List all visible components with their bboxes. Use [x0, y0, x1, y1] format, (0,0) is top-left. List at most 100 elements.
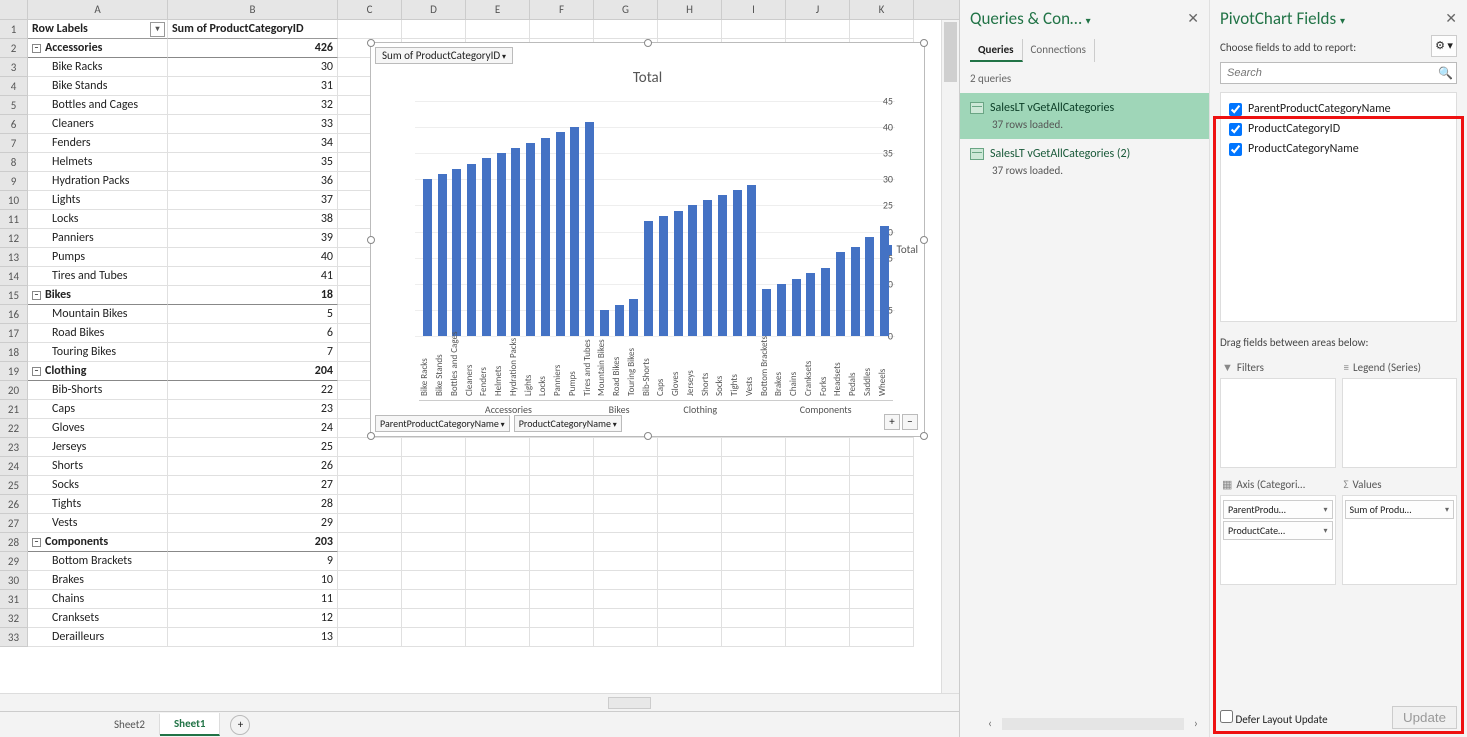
- cell[interactable]: [786, 495, 850, 514]
- cell[interactable]: [402, 514, 466, 533]
- cell[interactable]: 22: [168, 381, 338, 400]
- row-header[interactable]: 6: [0, 115, 28, 134]
- cell[interactable]: Cranksets: [28, 609, 168, 628]
- cell[interactable]: [594, 457, 658, 476]
- cell[interactable]: [786, 552, 850, 571]
- row-header[interactable]: 18: [0, 343, 28, 362]
- cell[interactable]: [850, 628, 914, 647]
- chart-bar[interactable]: [511, 148, 520, 336]
- query-item[interactable]: SalesLT vGetAllCategories37 rows loaded.: [960, 93, 1209, 139]
- scroll-left-icon[interactable]: ‹: [988, 717, 992, 731]
- cell[interactable]: 11: [168, 590, 338, 609]
- cell[interactable]: [658, 571, 722, 590]
- fields-pane-close-button[interactable]: ✕: [1445, 10, 1457, 27]
- cell[interactable]: [850, 609, 914, 628]
- col-header-j[interactable]: J: [786, 0, 850, 19]
- row-header[interactable]: 9: [0, 172, 28, 191]
- chart-expand-button[interactable]: +: [884, 414, 900, 430]
- chart-bar[interactable]: [541, 138, 550, 336]
- chart-bar[interactable]: [526, 143, 535, 336]
- cell[interactable]: 7: [168, 343, 338, 362]
- col-header-k[interactable]: K: [850, 0, 914, 19]
- cell[interactable]: [850, 495, 914, 514]
- cell[interactable]: [530, 533, 594, 552]
- chart-axis-button-parent[interactable]: ParentProductCategoryName: [375, 415, 510, 432]
- collapse-icon[interactable]: −: [32, 44, 41, 53]
- defer-layout-checkbox[interactable]: Defer Layout Update: [1220, 710, 1328, 726]
- cell[interactable]: [786, 609, 850, 628]
- legend-drop-area[interactable]: [1342, 378, 1458, 468]
- row-header[interactable]: 17: [0, 324, 28, 343]
- chart-bar[interactable]: [659, 216, 668, 336]
- cell[interactable]: [530, 20, 594, 39]
- row-header[interactable]: 14: [0, 267, 28, 286]
- cell[interactable]: [466, 514, 530, 533]
- cell[interactable]: Jerseys: [28, 438, 168, 457]
- cell[interactable]: [658, 628, 722, 647]
- collapse-icon[interactable]: −: [32, 367, 41, 376]
- cell[interactable]: 28: [168, 495, 338, 514]
- cell[interactable]: [594, 20, 658, 39]
- row-header[interactable]: 10: [0, 191, 28, 210]
- cell[interactable]: [658, 609, 722, 628]
- row-header[interactable]: 12: [0, 229, 28, 248]
- chart-bar[interactable]: [556, 132, 565, 336]
- cell[interactable]: 25: [168, 438, 338, 457]
- row-header[interactable]: 29: [0, 552, 28, 571]
- add-sheet-button[interactable]: +: [230, 715, 250, 735]
- update-button[interactable]: Update: [1392, 706, 1457, 729]
- cell[interactable]: Road Bikes: [28, 324, 168, 343]
- cell[interactable]: Derailleurs: [28, 628, 168, 647]
- row-header[interactable]: 32: [0, 609, 28, 628]
- col-header-f[interactable]: F: [530, 0, 594, 19]
- row-header[interactable]: 23: [0, 438, 28, 457]
- cell[interactable]: [722, 476, 786, 495]
- chart-bar[interactable]: [821, 268, 830, 336]
- connections-tab[interactable]: Connections: [1023, 39, 1095, 62]
- row-header[interactable]: 8: [0, 153, 28, 172]
- cell[interactable]: Chains: [28, 590, 168, 609]
- cell[interactable]: [786, 571, 850, 590]
- chart-bar[interactable]: [865, 237, 874, 336]
- cell[interactable]: 24: [168, 419, 338, 438]
- cell[interactable]: [466, 609, 530, 628]
- cell[interactable]: 6: [168, 324, 338, 343]
- cell[interactable]: 39: [168, 229, 338, 248]
- cell[interactable]: −Accessories: [28, 39, 168, 58]
- row-labels-filter-button[interactable]: ▾: [150, 22, 165, 37]
- cell[interactable]: [594, 628, 658, 647]
- row-header[interactable]: 13: [0, 248, 28, 267]
- cell[interactable]: [402, 20, 466, 39]
- cell[interactable]: [658, 495, 722, 514]
- cell[interactable]: [338, 495, 402, 514]
- cell[interactable]: 9: [168, 552, 338, 571]
- cell[interactable]: 5: [168, 305, 338, 324]
- cell[interactable]: [466, 20, 530, 39]
- chart-title[interactable]: Total: [371, 69, 924, 87]
- queries-horizontal-scroll[interactable]: ‹ ›: [988, 717, 1198, 731]
- cell[interactable]: [338, 514, 402, 533]
- cell[interactable]: [466, 552, 530, 571]
- queries-pane-close-button[interactable]: ✕: [1187, 10, 1199, 27]
- cell[interactable]: [594, 590, 658, 609]
- cell[interactable]: [850, 590, 914, 609]
- cell[interactable]: 41: [168, 267, 338, 286]
- cell[interactable]: 31: [168, 77, 338, 96]
- filters-drop-area[interactable]: [1220, 378, 1336, 468]
- cell[interactable]: Bottom Brackets: [28, 552, 168, 571]
- cell[interactable]: [530, 438, 594, 457]
- cell[interactable]: [786, 476, 850, 495]
- cell[interactable]: Vests: [28, 514, 168, 533]
- cell[interactable]: [338, 590, 402, 609]
- cell[interactable]: Bib-Shorts: [28, 381, 168, 400]
- cell[interactable]: 13: [168, 628, 338, 647]
- cell[interactable]: [658, 552, 722, 571]
- chart-bar[interactable]: [851, 247, 860, 336]
- cell[interactable]: [338, 609, 402, 628]
- chart-bar[interactable]: [585, 122, 594, 336]
- cell[interactable]: Locks: [28, 210, 168, 229]
- cell[interactable]: [466, 628, 530, 647]
- cell[interactable]: [402, 552, 466, 571]
- cell[interactable]: [402, 457, 466, 476]
- chart-bar[interactable]: [762, 289, 771, 336]
